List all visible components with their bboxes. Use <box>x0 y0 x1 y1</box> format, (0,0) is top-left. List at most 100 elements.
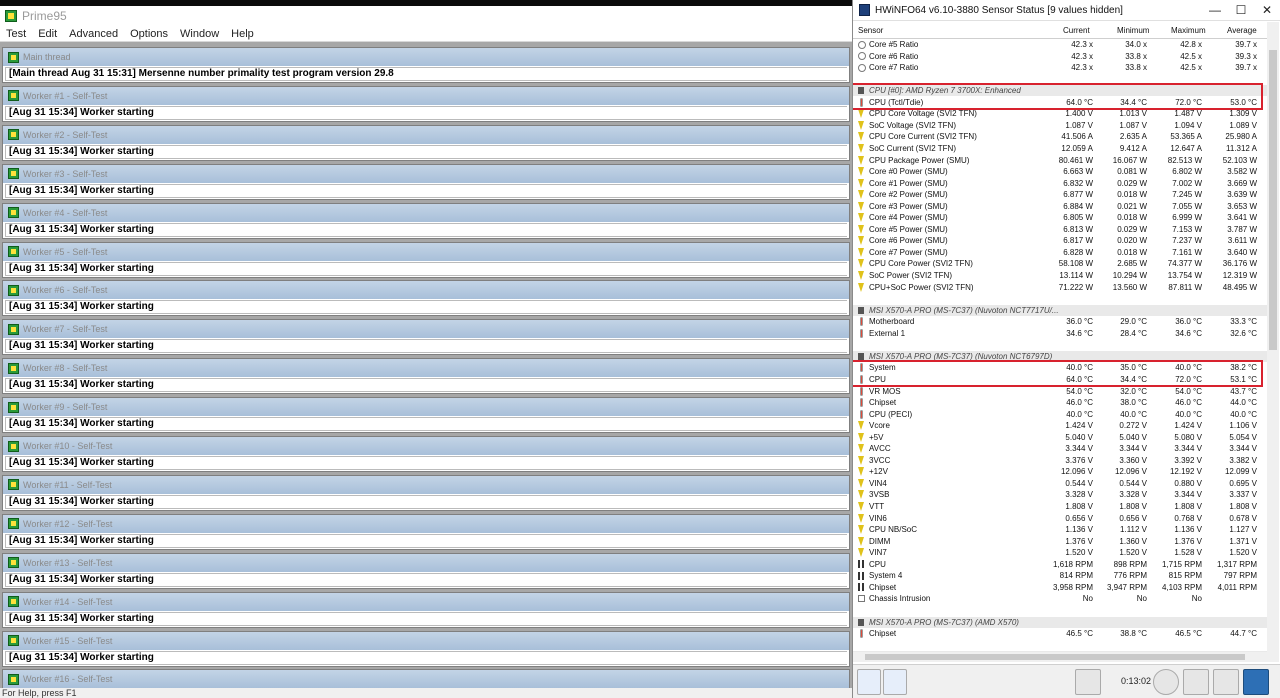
sensor-group-header[interactable]: MSI X570-A PRO (MS-7C37) (AMD X570) <box>853 616 1267 628</box>
clock-icon[interactable] <box>1153 669 1179 695</box>
worker-window[interactable]: Worker #12 - Self-Test [Aug 31 15:34] Wor… <box>2 513 850 550</box>
scroll-thumb[interactable] <box>1269 50 1277 350</box>
vertical-scrollbar[interactable] <box>1267 22 1279 662</box>
worker-window-titlebar[interactable]: Worker #11 - Self-Test <box>3 475 849 494</box>
report-icon[interactable] <box>1183 669 1209 695</box>
sensor-row[interactable]: 3VSB 3.328 V 3.328 V 3.344 V 3.337 V <box>853 489 1267 500</box>
sensor-row[interactable]: CPU Core Current (SVI2 TFN) 41.506 A 2.635… <box>853 131 1267 142</box>
arrows-left-right-icon[interactable] <box>857 669 881 695</box>
worker-window-titlebar[interactable]: Worker #5 - Self-Test <box>3 242 849 261</box>
worker-window-titlebar[interactable]: Worker #4 - Self-Test <box>3 203 849 222</box>
worker-window[interactable]: Main thread [Main thread Aug 31 15:31] Me… <box>2 47 850 83</box>
sensor-row[interactable]: CPU NB/SoC 1.136 V 1.112 V 1.136 V 1.127 V <box>853 524 1267 535</box>
worker-window[interactable]: Worker #15 - Self-Test [Aug 31 15:34] Wor… <box>2 630 850 667</box>
worker-window-titlebar[interactable]: Worker #14 - Self-Test <box>3 592 849 611</box>
worker-window-titlebar[interactable]: Worker #7 - Self-Test <box>3 320 849 339</box>
sensor-row[interactable]: VIN4 0.544 V 0.544 V 0.880 V 0.695 V <box>853 478 1267 489</box>
close-button[interactable]: ✕ <box>1254 0 1280 20</box>
sensor-row[interactable]: 3VCC 3.376 V 3.360 V 3.392 V 3.382 V <box>853 455 1267 466</box>
worker-window-titlebar[interactable]: Worker #1 - Self-Test <box>3 86 849 105</box>
sensor-row[interactable]: +5V 5.040 V 5.040 V 5.080 V 5.054 V <box>853 432 1267 443</box>
sensor-row[interactable]: CPU 1,618 RPM 898 RPM 1,715 RPM 1,317 RPM <box>853 559 1267 570</box>
worker-window-titlebar[interactable]: Worker #13 - Self-Test <box>3 553 849 572</box>
network-icon[interactable] <box>1075 669 1101 695</box>
sensor-row[interactable]: Core #3 Power (SMU) 6.884 W 0.021 W 7.055 W… <box>853 201 1267 212</box>
worker-window[interactable]: Worker #2 - Self-Test [Aug 31 15:34] Work… <box>2 124 850 161</box>
horizontal-scrollbar[interactable] <box>853 652 1267 662</box>
sensor-row[interactable]: Core #6 Power (SMU) 6.817 W 0.020 W 7.237 W… <box>853 235 1267 246</box>
sensor-row[interactable]: Core #6 Ratio 42.3 x 33.8 x 42.5 x 39.3 x <box>853 51 1267 62</box>
sensor-row[interactable]: CPU Core Power (SVI2 TFN) 58.108 W 2.685 W… <box>853 258 1267 269</box>
sensor-row[interactable]: Core #7 Ratio 42.3 x 33.8 x 42.5 x 39.7 x <box>853 62 1267 73</box>
sensor-row[interactable]: Core #2 Power (SMU) 6.877 W 0.018 W 7.245 W… <box>853 189 1267 200</box>
column-average[interactable]: Average <box>1227 26 1257 35</box>
worker-window[interactable]: Worker #14 - Self-Test [Aug 31 15:34] Wor… <box>2 591 850 628</box>
sensor-row[interactable]: Core #1 Power (SMU) 6.832 W 0.029 W 7.002 W… <box>853 178 1267 189</box>
menu-help[interactable]: Help <box>231 28 254 40</box>
worker-window[interactable]: Worker #7 - Self-Test [Aug 31 15:34] Work… <box>2 319 850 356</box>
worker-window[interactable]: Worker #11 - Self-Test [Aug 31 15:34] Wor… <box>2 474 850 511</box>
sensor-row[interactable]: VTT 1.808 V 1.808 V 1.808 V 1.808 V <box>853 501 1267 512</box>
worker-window-titlebar[interactable]: Worker #2 - Self-Test <box>3 125 849 144</box>
worker-window[interactable]: Worker #4 - Self-Test [Aug 31 15:34] Work… <box>2 202 850 239</box>
hscroll-thumb[interactable] <box>865 654 1245 660</box>
sensor-row[interactable]: Chipset 46.0 °C 38.0 °C 46.0 °C 44.0 °C <box>853 397 1267 408</box>
arrows-left-right-alt-icon[interactable] <box>883 669 907 695</box>
sensor-row[interactable]: Motherboard 36.0 °C 29.0 °C 36.0 °C 33.3 °C <box>853 316 1267 327</box>
settings-icon[interactable] <box>1213 669 1239 695</box>
worker-window[interactable]: Worker #8 - Self-Test [Aug 31 15:34] Work… <box>2 358 850 395</box>
sensor-row[interactable]: AVCC 3.344 V 3.344 V 3.344 V 3.344 V <box>853 443 1267 454</box>
menu-test[interactable]: Test <box>6 28 26 40</box>
hwinfo-titlebar[interactable]: HWiNFO64 v6.10-3880 Sensor Status [9 val… <box>853 0 1280 21</box>
column-minimum[interactable]: Minimum <box>1117 26 1149 35</box>
sensor-group-header[interactable]: MSI X570-A PRO (MS-7C37) (Nuvoton NCT771… <box>853 304 1267 316</box>
sensor-row[interactable]: CPU+SoC Power (SVI2 TFN) 71.222 W 13.560 W… <box>853 282 1267 293</box>
worker-window-titlebar[interactable]: Worker #12 - Self-Test <box>3 514 849 533</box>
worker-window[interactable]: Worker #6 - Self-Test [Aug 31 15:34] Work… <box>2 280 850 317</box>
column-current[interactable]: Current <box>1063 26 1090 35</box>
sensor-row[interactable]: SoC Current (SVI2 TFN) 12.059 A 9.412 A 12.… <box>853 143 1267 154</box>
prime95-titlebar[interactable]: Prime95 <box>0 6 852 26</box>
worker-window-titlebar[interactable]: Worker #9 - Self-Test <box>3 398 849 417</box>
sensor-row[interactable]: External 1 34.6 °C 28.4 °C 34.6 °C 32.6 °C <box>853 328 1267 339</box>
worker-window[interactable]: Worker #3 - Self-Test [Aug 31 15:34] Work… <box>2 163 850 200</box>
column-sensor[interactable]: Sensor <box>858 26 883 35</box>
menu-window[interactable]: Window <box>180 28 219 40</box>
worker-window[interactable]: Worker #1 - Self-Test [Aug 31 15:34] Work… <box>2 85 850 122</box>
worker-window-titlebar[interactable]: Worker #6 - Self-Test <box>3 281 849 300</box>
worker-window-titlebar[interactable]: Main thread <box>3 48 849 66</box>
worker-window-titlebar[interactable]: Worker #10 - Self-Test <box>3 437 849 455</box>
sensor-row[interactable]: DIMM 1.376 V 1.360 V 1.376 V 1.371 V <box>853 536 1267 547</box>
sensor-row[interactable]: Chassis Intrusion No No No <box>853 593 1267 604</box>
sensor-row[interactable]: SoC Power (SVI2 TFN) 13.114 W 10.294 W 13.7… <box>853 270 1267 281</box>
sensor-row[interactable]: System 4 814 RPM 776 RPM 815 RPM 797 RPM <box>853 570 1267 581</box>
worker-window-titlebar[interactable]: Worker #3 - Self-Test <box>3 164 849 183</box>
worker-window-titlebar[interactable]: Worker #8 - Self-Test <box>3 359 849 378</box>
sensor-table[interactable]: Core #5 Ratio 42.3 x 34.0 x 42.8 x 39.7 x Cor… <box>853 38 1267 662</box>
maximize-button[interactable]: ☐ <box>1228 0 1254 20</box>
close-sensors-icon[interactable] <box>1243 669 1269 695</box>
sensor-row[interactable]: Chipset 46.5 °C 38.8 °C 46.5 °C 44.7 °C <box>853 628 1267 639</box>
sensor-row[interactable]: CPU (PECI) 40.0 °C 40.0 °C 40.0 °C 40.0 °C <box>853 409 1267 420</box>
sensor-row[interactable]: CPU Package Power (SMU) 80.461 W 16.067 W 8… <box>853 155 1267 166</box>
menu-options[interactable]: Options <box>130 28 168 40</box>
sensor-row[interactable]: Core #5 Ratio 42.3 x 34.0 x 42.8 x 39.7 x <box>853 39 1267 50</box>
column-maximum[interactable]: Maximum <box>1171 26 1206 35</box>
sensor-row[interactable]: VIN6 0.656 V 0.656 V 0.768 V 0.678 V <box>853 513 1267 524</box>
sensor-row[interactable]: Chipset 3,958 RPM 3,947 RPM 4,103 RPM 4,011 … <box>853 582 1267 593</box>
minimize-button[interactable]: — <box>1202 0 1228 20</box>
sensor-row[interactable]: Core #0 Power (SMU) 6.663 W 0.081 W 6.802 W… <box>853 166 1267 177</box>
worker-window[interactable]: Worker #5 - Self-Test [Aug 31 15:34] Work… <box>2 241 850 278</box>
sensor-row[interactable]: SoC Voltage (SVI2 TFN) 1.087 V 1.087 V 1.09… <box>853 120 1267 131</box>
menu-advanced[interactable]: Advanced <box>69 28 118 40</box>
sensor-row[interactable]: VIN7 1.520 V 1.520 V 1.528 V 1.520 V <box>853 547 1267 558</box>
worker-window[interactable]: Worker #10 - Self-Test [Aug 31 15:34] Wor… <box>2 436 850 472</box>
worker-window-titlebar[interactable]: Worker #15 - Self-Test <box>3 631 849 650</box>
sensor-row[interactable]: Core #4 Power (SMU) 6.805 W 0.018 W 6.999 W… <box>853 212 1267 223</box>
worker-window-titlebar[interactable]: Worker #16 - Self-Test <box>3 670 849 689</box>
menu-edit[interactable]: Edit <box>38 28 57 40</box>
worker-window[interactable]: Worker #13 - Self-Test [Aug 31 15:34] Wor… <box>2 552 850 589</box>
worker-window[interactable]: Worker #9 - Self-Test [Aug 31 15:34] Work… <box>2 397 850 434</box>
sensor-row[interactable]: Core #5 Power (SMU) 6.813 W 0.029 W 7.153 W… <box>853 224 1267 235</box>
sensor-row[interactable]: +12V 12.096 V 12.096 V 12.192 V 12.099 V <box>853 466 1267 477</box>
